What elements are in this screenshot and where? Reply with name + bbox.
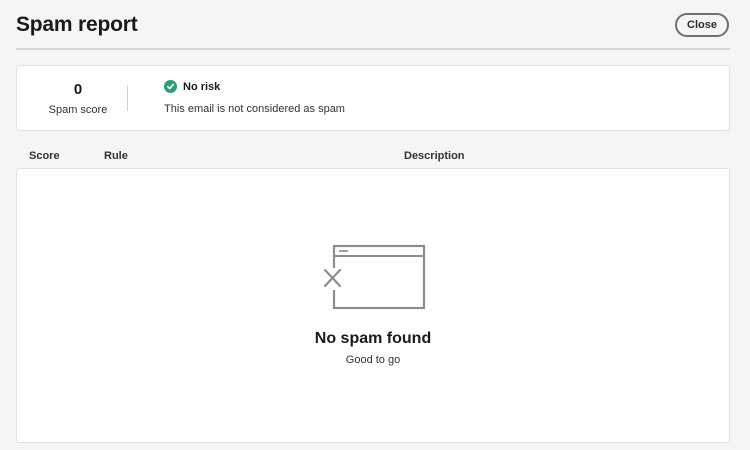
spam-score-label: Spam score [48, 104, 108, 116]
close-button[interactable]: Close [675, 13, 729, 37]
check-circle-icon [164, 80, 177, 93]
empty-window-icon [322, 244, 426, 312]
empty-state-title: No spam found [314, 330, 432, 347]
spam-report-dialog: Spam report Close 0 Spam score No risk T… [0, 0, 750, 450]
empty-state-subtitle: Good to go [345, 354, 401, 366]
spam-score: 0 Spam score [47, 81, 109, 116]
column-header-score[interactable]: Score [29, 150, 60, 162]
dialog-header: Spam report Close [16, 0, 730, 50]
summary-divider [127, 86, 128, 111]
spam-score-value: 0 [73, 81, 83, 98]
risk-description: This email is not considered as spam [164, 103, 345, 115]
risk-status: No risk [183, 80, 221, 93]
spam-summary-card: 0 Spam score No risk This email is not c… [16, 65, 730, 131]
column-header-description[interactable]: Description [404, 150, 465, 162]
risk-status-row: No risk [164, 80, 220, 93]
rules-table-header: Score Rule Description [16, 148, 730, 166]
dialog-title: Spam report [16, 13, 138, 36]
rules-table-body: No spam found Good to go [16, 168, 730, 443]
column-header-rule[interactable]: Rule [104, 150, 128, 162]
